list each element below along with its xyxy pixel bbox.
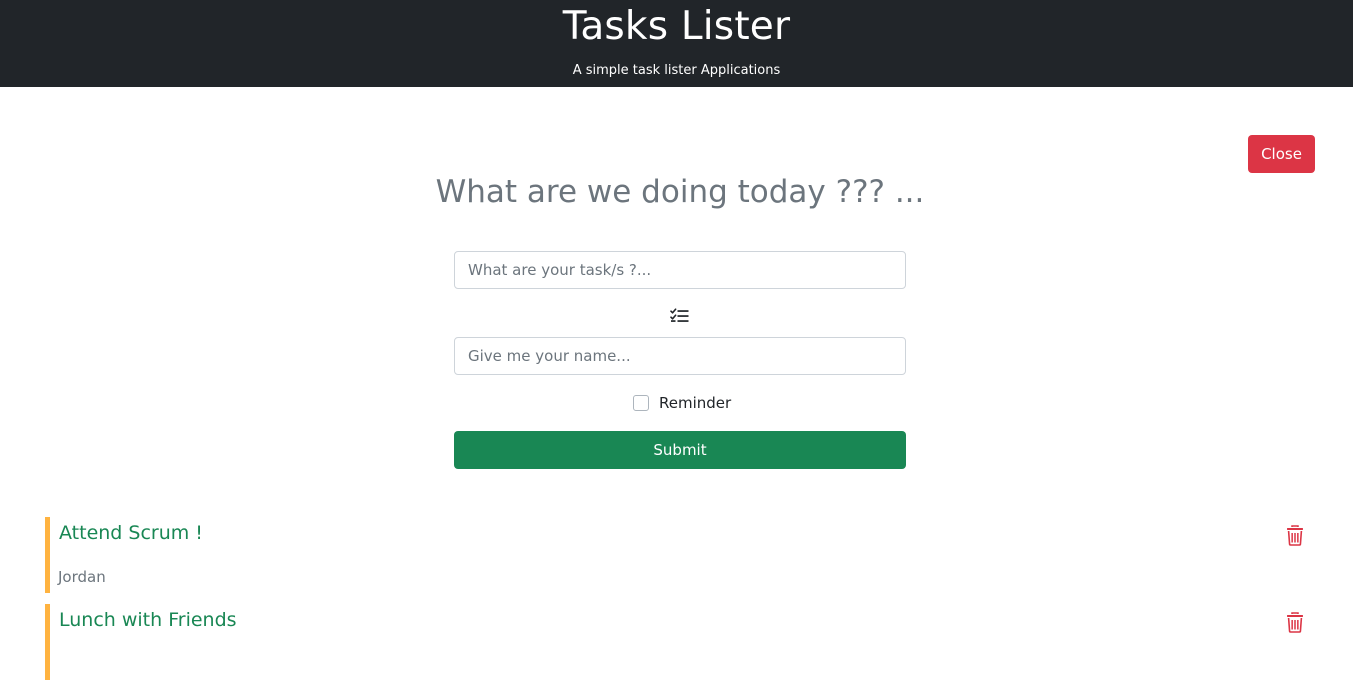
task-input[interactable]	[454, 251, 906, 289]
app-header: Tasks Lister A simple task lister Applic…	[0, 0, 1353, 87]
reminder-row: Reminder	[633, 393, 731, 413]
name-input[interactable]	[454, 337, 906, 375]
trash-icon[interactable]	[1286, 525, 1304, 546]
task-title: Attend Scrum !	[59, 522, 203, 544]
app-subtitle: A simple task lister Applications	[572, 63, 781, 78]
reminder-label[interactable]: Reminder	[659, 394, 731, 412]
form-heading: What are we doing today ??? ...	[435, 174, 925, 210]
trash-icon[interactable]	[1286, 612, 1304, 633]
task-owner: Jordan	[58, 568, 106, 586]
reminder-checkbox[interactable]	[633, 395, 649, 411]
app-title: Tasks Lister	[562, 4, 791, 49]
close-button[interactable]: Close	[1248, 135, 1315, 173]
task-item[interactable]: Attend Scrum ! Jordan	[45, 517, 1315, 593]
task-title: Lunch with Friends	[59, 609, 237, 631]
task-item[interactable]: Lunch with Friends	[45, 604, 1315, 680]
submit-button[interactable]: Submit	[454, 431, 906, 469]
list-check-icon	[670, 308, 689, 322]
